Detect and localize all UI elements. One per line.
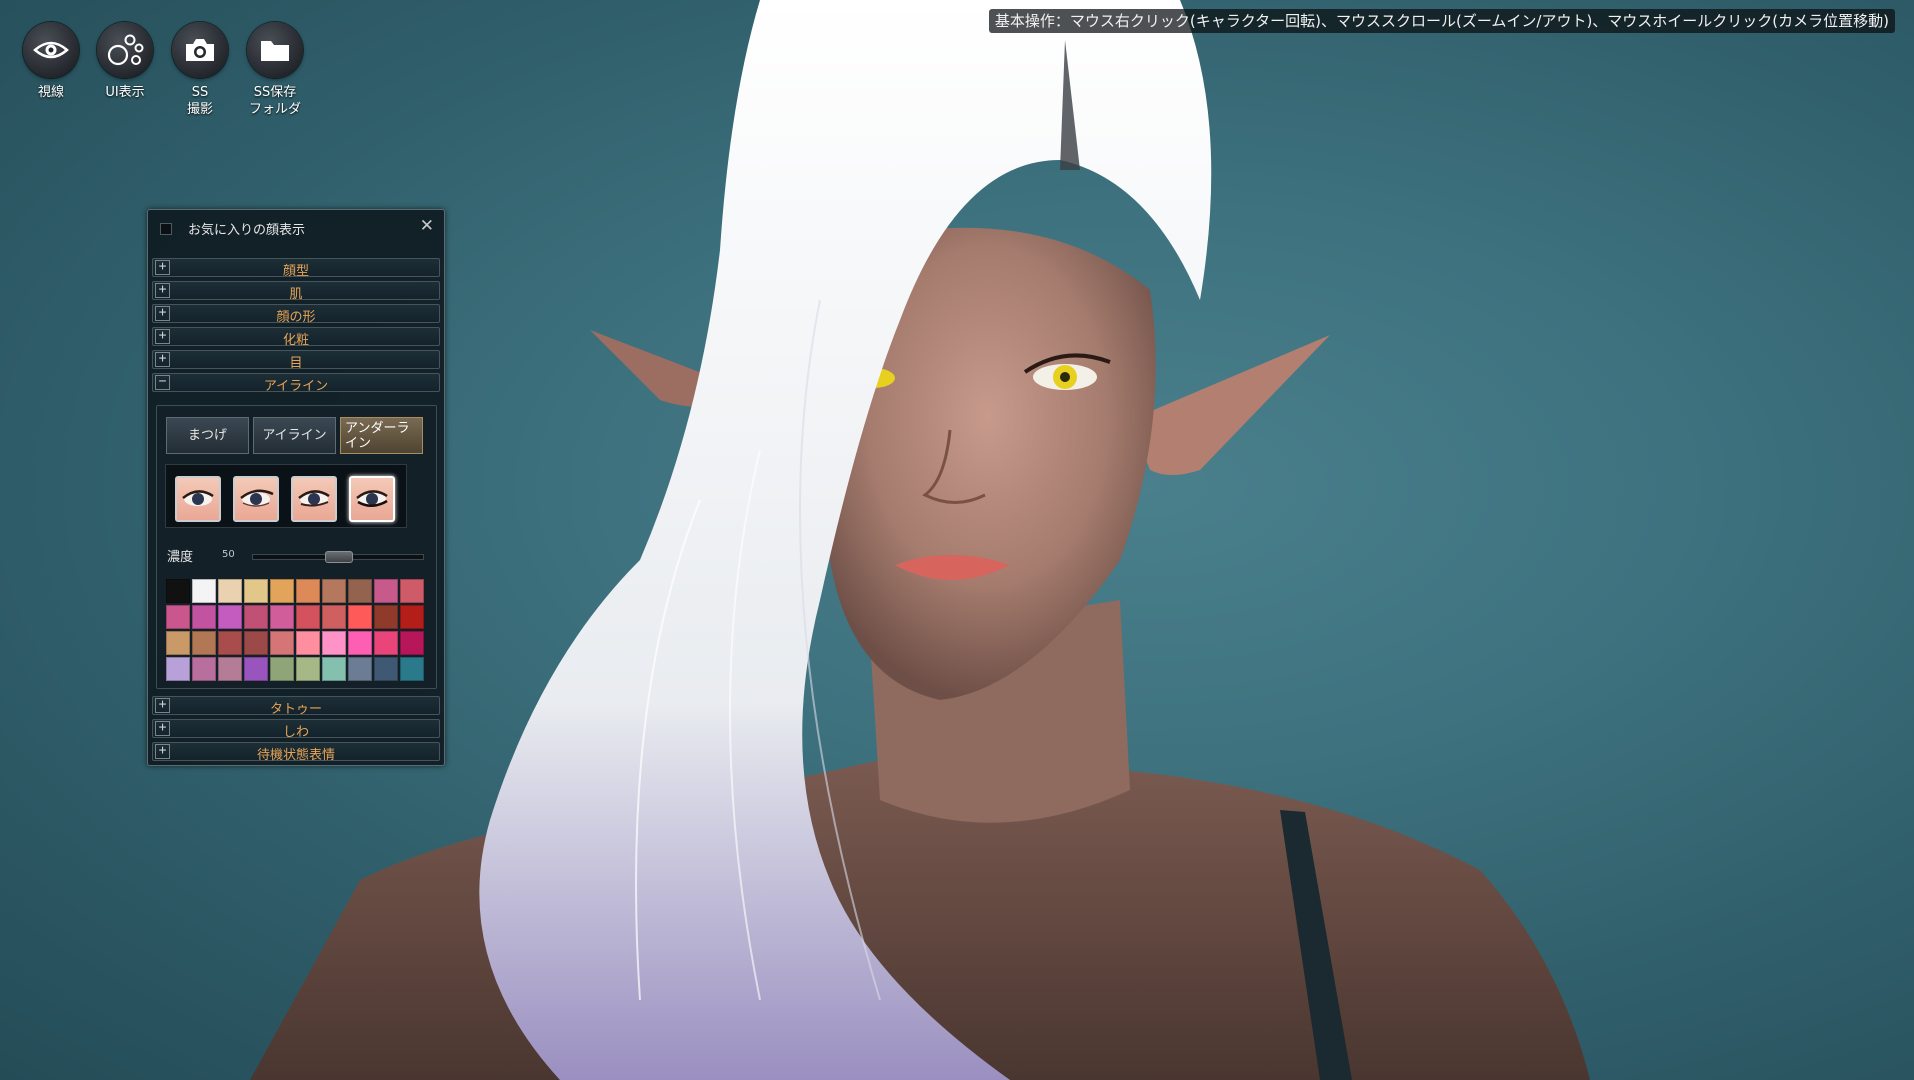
color-swatch[interactable] xyxy=(192,657,216,681)
color-swatch[interactable] xyxy=(322,605,346,629)
section-makeup[interactable]: + 化粧 xyxy=(152,327,440,348)
panel-header: お気に入りの顔表示 ✕ xyxy=(148,210,444,245)
toolbar-label: SS保存 フォルダ xyxy=(248,85,301,117)
color-swatch[interactable] xyxy=(192,605,216,629)
close-icon[interactable]: ✕ xyxy=(420,216,434,236)
color-swatch[interactable] xyxy=(348,631,372,655)
density-slider[interactable] xyxy=(252,551,424,563)
section-label: 顔の形 xyxy=(276,310,316,325)
color-swatch[interactable] xyxy=(374,605,398,629)
face-customization-panel: お気に入りの顔表示 ✕ + 顔型 + 肌 + 顔の形 + 化粧 + 目 − アイ… xyxy=(147,209,445,766)
color-swatch[interactable] xyxy=(322,631,346,655)
eyeliner-style-list xyxy=(165,464,407,528)
tab-eyelashes[interactable]: まつげ xyxy=(166,417,249,454)
toolbar-label: SS 撮影 xyxy=(186,85,213,117)
eyeliner-style-option[interactable] xyxy=(291,476,337,522)
gaze-toggle-button[interactable]: 視線 xyxy=(16,22,86,101)
color-swatch[interactable] xyxy=(218,579,242,603)
color-swatch[interactable] xyxy=(400,657,424,681)
section-label: 化粧 xyxy=(282,333,309,348)
section-face-shape[interactable]: + 顔の形 xyxy=(152,304,440,325)
eye-preview-icon xyxy=(356,490,388,507)
color-swatch[interactable] xyxy=(270,657,294,681)
eyeliner-style-option-selected[interactable] xyxy=(349,476,395,522)
toolbar-label: UI表示 xyxy=(105,85,145,100)
eyeliner-subpanel: まつげ アイライン アンダーライン 濃度 50 xyxy=(156,405,437,689)
color-swatch[interactable] xyxy=(244,631,268,655)
color-swatch[interactable] xyxy=(244,605,268,629)
color-swatch[interactable] xyxy=(192,579,216,603)
color-swatch[interactable] xyxy=(348,657,372,681)
eyeliner-style-option[interactable] xyxy=(233,476,279,522)
color-swatch[interactable] xyxy=(374,657,398,681)
color-swatch[interactable] xyxy=(374,631,398,655)
favorite-face-label: お気に入りの顔表示 xyxy=(188,223,306,238)
section-label: 目 xyxy=(289,356,303,371)
eye-preview-icon xyxy=(240,489,274,507)
color-swatch[interactable] xyxy=(218,657,242,681)
eye-preview-icon xyxy=(298,490,330,507)
tab-underline[interactable]: アンダーライン xyxy=(340,417,423,454)
color-swatch[interactable] xyxy=(296,657,320,681)
density-label: 濃度 xyxy=(167,550,194,565)
color-swatch[interactable] xyxy=(218,631,242,655)
section-label: アイライン xyxy=(263,379,329,394)
eye-preview-icon xyxy=(182,490,214,506)
tab-eyeliner[interactable]: アイライン xyxy=(253,417,336,454)
color-swatch[interactable] xyxy=(400,631,424,655)
color-swatch[interactable] xyxy=(244,657,268,681)
favorite-face-checkbox[interactable] xyxy=(160,223,172,235)
color-swatch[interactable] xyxy=(322,657,346,681)
folder-icon[interactable] xyxy=(247,22,303,78)
color-swatch[interactable] xyxy=(166,657,190,681)
color-swatch[interactable] xyxy=(374,579,398,603)
color-swatch[interactable] xyxy=(244,579,268,603)
section-face-type[interactable]: + 顔型 xyxy=(152,258,440,279)
toolbar-label: 視線 xyxy=(37,85,64,100)
color-swatch[interactable] xyxy=(166,579,190,603)
bubbles-icon[interactable] xyxy=(97,22,153,78)
density-slider-handle[interactable] xyxy=(325,551,353,563)
ui-toggle-button[interactable]: UI表示 xyxy=(90,22,160,101)
color-swatch[interactable] xyxy=(270,579,294,603)
eyeliner-style-option[interactable] xyxy=(175,476,221,522)
color-swatch[interactable] xyxy=(296,605,320,629)
color-swatch[interactable] xyxy=(166,605,190,629)
color-swatch[interactable] xyxy=(400,605,424,629)
color-swatch[interactable] xyxy=(296,631,320,655)
color-swatch[interactable] xyxy=(296,579,320,603)
section-label: 肌 xyxy=(289,287,303,302)
color-swatch[interactable] xyxy=(270,605,294,629)
section-tattoo[interactable]: + タトゥー xyxy=(152,696,440,717)
section-label: しわ xyxy=(282,725,309,740)
section-eyes[interactable]: + 目 xyxy=(152,350,440,371)
section-label: 顔型 xyxy=(282,264,309,279)
section-idle-expression[interactable]: + 待機状態表情 xyxy=(152,742,440,763)
color-palette xyxy=(166,579,426,681)
camera-icon[interactable] xyxy=(172,22,228,78)
controls-hint: 基本操作：マウス右クリック(キャラクター回転)、マウススクロール(ズームイン/ア… xyxy=(988,9,1895,33)
screenshot-folder-button[interactable]: SS保存 フォルダ xyxy=(240,22,310,118)
section-label: タトゥー xyxy=(269,702,322,717)
section-label: 待機状態表情 xyxy=(256,748,335,763)
color-swatch[interactable] xyxy=(348,579,372,603)
density-value: 50 xyxy=(222,549,235,560)
color-swatch[interactable] xyxy=(166,631,190,655)
eye-icon[interactable] xyxy=(23,22,79,78)
color-swatch[interactable] xyxy=(400,579,424,603)
color-swatch[interactable] xyxy=(218,605,242,629)
color-swatch[interactable] xyxy=(270,631,294,655)
screenshot-button[interactable]: SS 撮影 xyxy=(165,22,235,118)
section-eyeliner[interactable]: − アイライン xyxy=(152,373,440,394)
section-wrinkles[interactable]: + しわ xyxy=(152,719,440,740)
color-swatch[interactable] xyxy=(322,579,346,603)
color-swatch[interactable] xyxy=(192,631,216,655)
section-skin[interactable]: + 肌 xyxy=(152,281,440,302)
color-swatch[interactable] xyxy=(348,605,372,629)
